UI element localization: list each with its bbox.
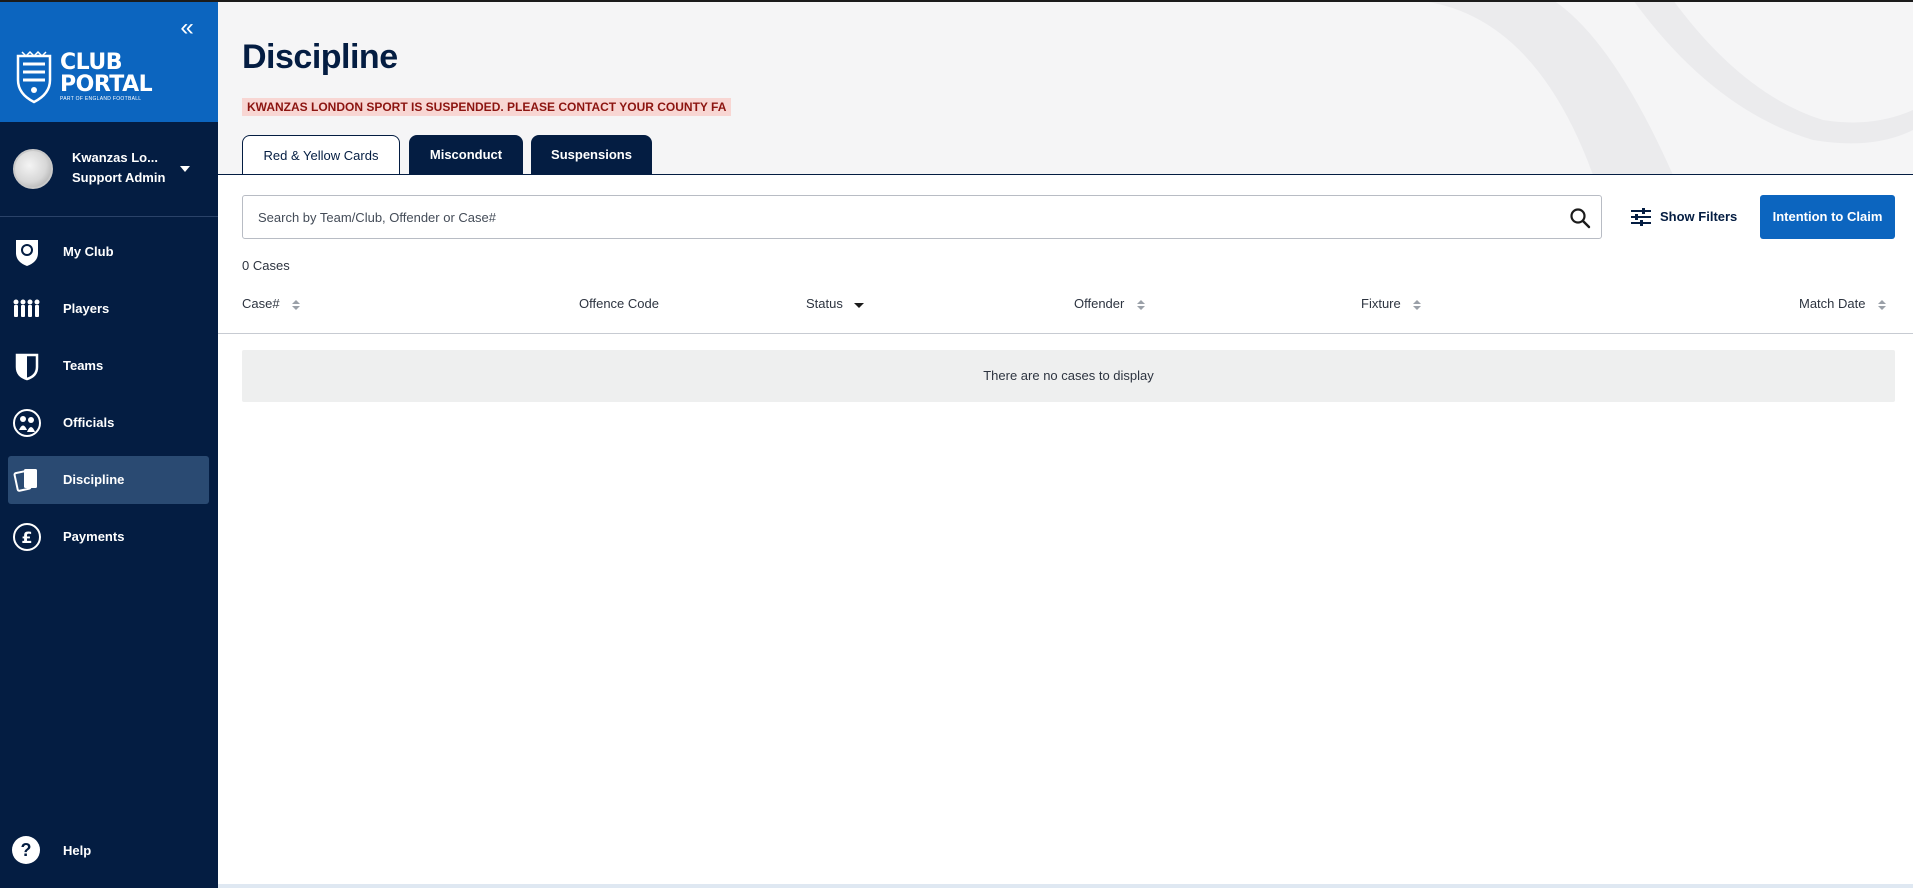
bottom-scroll-edge bbox=[218, 884, 1913, 888]
brand-tagline: PART OF ENGLAND FOOTBALL bbox=[60, 96, 142, 102]
background-swoosh-decoration bbox=[1413, 0, 1913, 174]
teams-shield-icon bbox=[15, 353, 39, 381]
help-link[interactable]: ? Help bbox=[8, 836, 208, 866]
sidebar-item-label: Teams bbox=[63, 358, 104, 373]
sidebar: « CLUB PORTAL PART OF ENGLAND FOOTBALL K… bbox=[0, 0, 218, 888]
players-icon bbox=[13, 299, 40, 317]
help-icon: ? bbox=[12, 836, 40, 864]
suspension-alert: KWANZAS LONDON SPORT IS SUSPENDED. PLEAS… bbox=[242, 98, 732, 116]
user-name: Kwanzas Lo... bbox=[72, 150, 158, 165]
sidebar-item-players[interactable]: Players bbox=[8, 285, 209, 333]
column-header-status[interactable]: Status bbox=[806, 296, 865, 312]
column-header-match-date[interactable]: Match Date bbox=[1799, 296, 1887, 312]
sort-both-icon bbox=[1413, 299, 1422, 310]
user-role: Support Admin bbox=[72, 170, 166, 185]
sort-both-icon bbox=[292, 299, 301, 310]
search-icon[interactable] bbox=[1569, 207, 1591, 229]
empty-state-message: There are no cases to display bbox=[242, 350, 1895, 402]
avatar bbox=[13, 149, 53, 189]
intention-to-claim-button[interactable]: Intention to Claim bbox=[1760, 195, 1895, 239]
sidebar-item-label: My Club bbox=[63, 244, 114, 259]
column-header-offence-code: Offence Code bbox=[579, 296, 659, 311]
chevron-down-icon[interactable] bbox=[180, 166, 190, 172]
sidebar-item-officials[interactable]: Officials bbox=[8, 399, 209, 447]
help-label: Help bbox=[63, 843, 92, 858]
main-content: Discipline KWANZAS LONDON SPORT IS SUSPE… bbox=[218, 0, 1913, 888]
filter-sliders-icon bbox=[1631, 208, 1651, 226]
sort-both-icon bbox=[1136, 299, 1145, 310]
cards-icon bbox=[13, 469, 37, 492]
column-header-offender[interactable]: Offender bbox=[1074, 296, 1146, 312]
column-header-fixture[interactable]: Fixture bbox=[1361, 296, 1422, 312]
sidebar-item-label: Players bbox=[63, 301, 110, 316]
page-header: Discipline KWANZAS LONDON SPORT IS SUSPE… bbox=[218, 0, 1913, 175]
page-title: Discipline bbox=[242, 38, 398, 76]
tab-misconduct[interactable]: Misconduct bbox=[409, 135, 523, 174]
table-header: Case# Offence Code Status Offender Fixtu… bbox=[218, 290, 1913, 334]
window-top-edge bbox=[0, 0, 1913, 2]
three-lions-crest-icon bbox=[16, 50, 52, 104]
tab-suspensions[interactable]: Suspensions bbox=[531, 135, 652, 174]
officials-icon bbox=[13, 409, 41, 437]
sidebar-nav: My Club Players Teams Officials Discipli… bbox=[0, 228, 218, 570]
sidebar-item-label: Officials bbox=[63, 415, 115, 430]
sidebar-item-my-club[interactable]: My Club bbox=[8, 228, 209, 276]
sidebar-item-label: Discipline bbox=[63, 472, 125, 487]
show-filters-label: Show Filters bbox=[1660, 209, 1738, 224]
sidebar-item-teams[interactable]: Teams bbox=[8, 342, 209, 390]
case-count: 0 Cases bbox=[242, 258, 290, 273]
club-badge-icon bbox=[16, 240, 38, 266]
user-switcher[interactable]: Kwanzas Lo... Support Admin bbox=[0, 122, 218, 217]
sort-descending-icon bbox=[854, 302, 865, 308]
sidebar-item-payments[interactable]: £ Payments bbox=[8, 513, 209, 561]
search-input[interactable] bbox=[243, 196, 1553, 238]
brand-wordmark: CLUB PORTAL bbox=[60, 50, 153, 97]
column-header-case[interactable]: Case# bbox=[242, 296, 301, 312]
pound-icon: £ bbox=[13, 523, 41, 551]
sidebar-item-discipline[interactable]: Discipline bbox=[8, 456, 209, 504]
brand-header: « CLUB PORTAL PART OF ENGLAND FOOTBALL bbox=[0, 0, 218, 122]
sort-both-icon bbox=[1878, 299, 1887, 310]
sidebar-item-label: Payments bbox=[63, 529, 125, 544]
tab-red-yellow-cards[interactable]: Red & Yellow Cards bbox=[242, 135, 400, 174]
collapse-sidebar-button[interactable]: « bbox=[176, 16, 198, 40]
svg-text:£: £ bbox=[21, 528, 32, 547]
search-field bbox=[242, 195, 1602, 239]
